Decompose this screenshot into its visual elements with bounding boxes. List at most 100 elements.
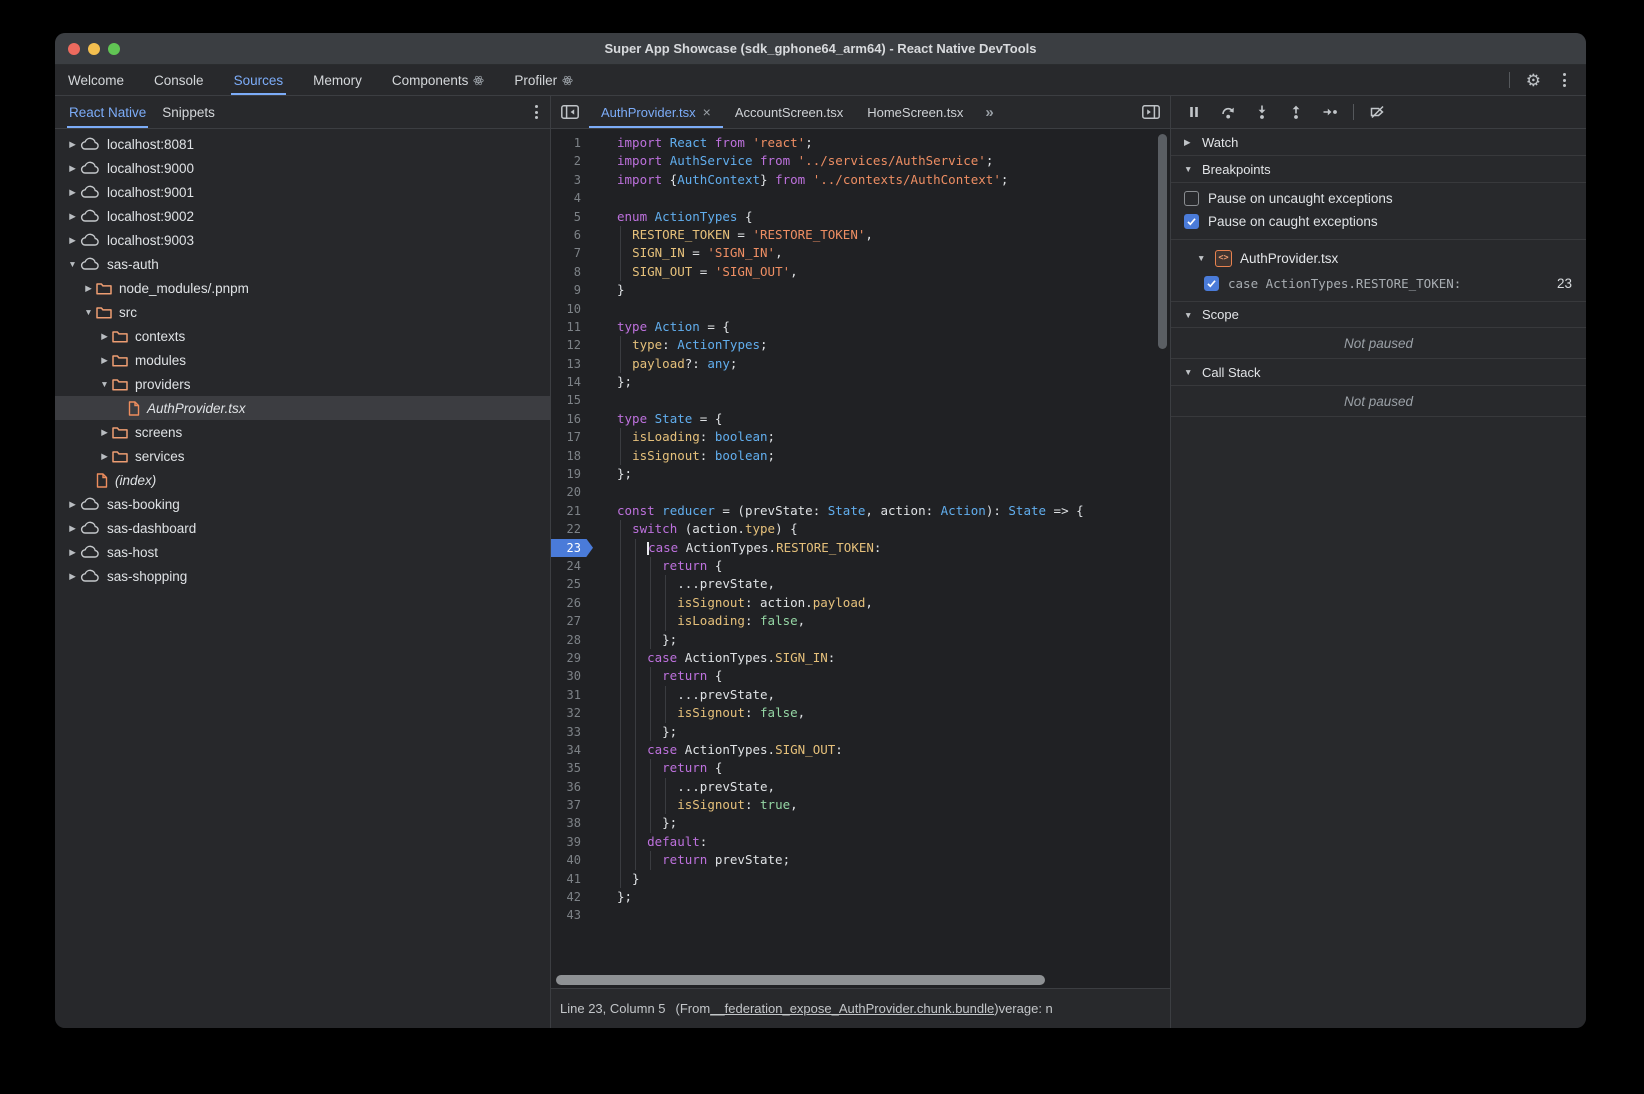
code-line[interactable]: 2import AuthService from '../services/Au… xyxy=(551,152,1170,170)
code-line[interactable]: 36 ...prevState, xyxy=(551,778,1170,796)
step-into-icon[interactable] xyxy=(1251,101,1273,123)
code-line[interactable]: 25 ...prevState, xyxy=(551,575,1170,593)
chevron-right-icon[interactable]: ▶ xyxy=(65,187,80,198)
code-line[interactable]: 19}; xyxy=(551,465,1170,483)
code-line[interactable]: 14}; xyxy=(551,373,1170,391)
tree-item-sas-host[interactable]: ▶sas-host xyxy=(55,540,550,564)
chevron-right-icon[interactable]: ▶ xyxy=(65,499,80,510)
breakpoint-checkbox[interactable] xyxy=(1204,276,1219,291)
chevron-down-icon[interactable]: ▼ xyxy=(81,307,96,317)
tree-item-localhost-9003[interactable]: ▶localhost:9003 xyxy=(55,228,550,252)
code-line[interactable]: 43 xyxy=(551,906,1170,924)
tree-item-sas-auth[interactable]: ▼sas-auth xyxy=(55,252,550,276)
pause-uncaught-row[interactable]: Pause on uncaught exceptions xyxy=(1171,187,1586,210)
step-over-icon[interactable] xyxy=(1217,101,1239,123)
pause-caught-row[interactable]: Pause on caught exceptions xyxy=(1171,210,1586,233)
kebab-menu-icon[interactable] xyxy=(1557,69,1572,91)
code-line[interactable]: 13 payload?: any; xyxy=(551,355,1170,373)
line-number[interactable]: 15 xyxy=(551,391,593,409)
tree-item-screens[interactable]: ▶screens xyxy=(55,420,550,444)
chevron-down-icon[interactable]: ▼ xyxy=(97,379,112,389)
code-line[interactable]: 38 }; xyxy=(551,814,1170,832)
line-number[interactable]: 11 xyxy=(551,318,593,336)
code-line[interactable]: 6 RESTORE_TOKEN = 'RESTORE_TOKEN', xyxy=(551,226,1170,244)
step-out-icon[interactable] xyxy=(1285,101,1307,123)
line-number[interactable]: 27 xyxy=(551,612,593,630)
tree-item-sas-booking[interactable]: ▶sas-booking xyxy=(55,492,550,516)
pause-caught-checkbox[interactable] xyxy=(1184,214,1199,229)
chevron-right-icon[interactable]: ▶ xyxy=(81,283,96,294)
line-number[interactable]: 12 xyxy=(551,336,593,354)
chevron-down-icon[interactable]: ▼ xyxy=(65,259,80,269)
code-editor[interactable]: 1import React from 'react';2import AuthS… xyxy=(551,129,1170,988)
line-number[interactable]: 19 xyxy=(551,465,593,483)
vertical-scrollbar[interactable] xyxy=(1158,134,1167,349)
pause-uncaught-checkbox[interactable] xyxy=(1184,191,1199,206)
tree-item-node-modules-.pnpm[interactable]: ▶node_modules/.pnpm xyxy=(55,276,550,300)
chevron-right-icon[interactable]: ▶ xyxy=(97,355,112,366)
code-line[interactable]: 41 } xyxy=(551,870,1170,888)
tree-item-localhost-9002[interactable]: ▶localhost:9002 xyxy=(55,204,550,228)
code-line[interactable]: 31 ...prevState, xyxy=(551,686,1170,704)
breakpoint-file-row[interactable]: ▼ <> AuthProvider.tsx xyxy=(1171,245,1586,271)
code-line[interactable]: 40 return prevState; xyxy=(551,851,1170,869)
code-line[interactable]: 33 }; xyxy=(551,723,1170,741)
toggle-navigator-icon[interactable] xyxy=(551,96,589,128)
navigator-kebab-menu-icon[interactable] xyxy=(529,101,544,123)
chevron-right-icon[interactable]: ▶ xyxy=(65,523,80,534)
code-line[interactable]: 1import React from 'react'; xyxy=(551,134,1170,152)
line-number[interactable]: 10 xyxy=(551,300,593,318)
call-stack-section-header[interactable]: ▼ Call Stack xyxy=(1171,359,1586,386)
code-line[interactable]: 20 xyxy=(551,483,1170,501)
code-line[interactable]: 23 case ActionTypes.RESTORE_TOKEN: xyxy=(551,539,1170,557)
tab-sources[interactable]: Sources xyxy=(231,65,287,95)
line-number[interactable]: 13 xyxy=(551,355,593,373)
tree-item-services[interactable]: ▶services xyxy=(55,444,550,468)
deactivate-breakpoints-icon[interactable] xyxy=(1366,101,1388,123)
tree-item-sas-dashboard[interactable]: ▶sas-dashboard xyxy=(55,516,550,540)
tree-item-authprovider.tsx[interactable]: AuthProvider.tsx xyxy=(55,396,550,420)
editor-tab-authprovider.tsx[interactable]: AuthProvider.tsx× xyxy=(589,96,723,128)
line-number[interactable]: 36 xyxy=(551,778,593,796)
line-number[interactable]: 8 xyxy=(551,263,593,281)
line-number[interactable]: 33 xyxy=(551,723,593,741)
minimize-button[interactable] xyxy=(88,43,100,55)
line-number[interactable]: 5 xyxy=(551,208,593,226)
line-number[interactable]: 42 xyxy=(551,888,593,906)
code-line[interactable]: 27 isLoading: false, xyxy=(551,612,1170,630)
tab-profiler[interactable]: Profiler xyxy=(511,65,576,95)
editor-tab-homescreen.tsx[interactable]: HomeScreen.tsx xyxy=(855,96,975,128)
line-number[interactable]: 17 xyxy=(551,428,593,446)
tab-console[interactable]: Console xyxy=(151,65,207,95)
code-line[interactable]: 32 isSignout: false, xyxy=(551,704,1170,722)
code-line[interactable]: 21const reducer = (prevState: State, act… xyxy=(551,502,1170,520)
line-number[interactable]: 20 xyxy=(551,483,593,501)
code-line[interactable]: 35 return { xyxy=(551,759,1170,777)
code-line[interactable]: 7 SIGN_IN = 'SIGN_IN', xyxy=(551,244,1170,262)
line-number[interactable]: 7 xyxy=(551,244,593,262)
breakpoint-entry[interactable]: case ActionTypes.RESTORE_TOKEN: 23 xyxy=(1171,271,1586,295)
tree-item-src[interactable]: ▼src xyxy=(55,300,550,324)
code-line[interactable]: 28 }; xyxy=(551,631,1170,649)
code-line[interactable]: 8 SIGN_OUT = 'SIGN_OUT', xyxy=(551,263,1170,281)
gear-icon[interactable]: ⚙ xyxy=(1526,72,1541,89)
line-number[interactable]: 4 xyxy=(551,189,593,207)
tab-memory[interactable]: Memory xyxy=(310,65,365,95)
line-number[interactable]: 43 xyxy=(551,906,593,924)
code-line[interactable]: 5enum ActionTypes { xyxy=(551,208,1170,226)
code-line[interactable]: 34 case ActionTypes.SIGN_OUT: xyxy=(551,741,1170,759)
line-number[interactable]: 21 xyxy=(551,502,593,520)
code-line[interactable]: 15 xyxy=(551,391,1170,409)
more-tabs-chevron-icon[interactable]: » xyxy=(975,96,1001,128)
line-number[interactable]: 29 xyxy=(551,649,593,667)
tree-item-localhost-9001[interactable]: ▶localhost:9001 xyxy=(55,180,550,204)
line-number[interactable]: 9 xyxy=(551,281,593,299)
toggle-debugger-icon[interactable] xyxy=(1132,96,1170,128)
line-number[interactable]: 30 xyxy=(551,667,593,685)
tree-item-localhost-9000[interactable]: ▶localhost:9000 xyxy=(55,156,550,180)
pause-icon[interactable] xyxy=(1183,101,1205,123)
tab-react-native[interactable]: React Native xyxy=(67,96,148,128)
code-line[interactable]: 16type State = { xyxy=(551,410,1170,428)
line-number[interactable]: 24 xyxy=(551,557,593,575)
code-line[interactable]: 29 case ActionTypes.SIGN_IN: xyxy=(551,649,1170,667)
